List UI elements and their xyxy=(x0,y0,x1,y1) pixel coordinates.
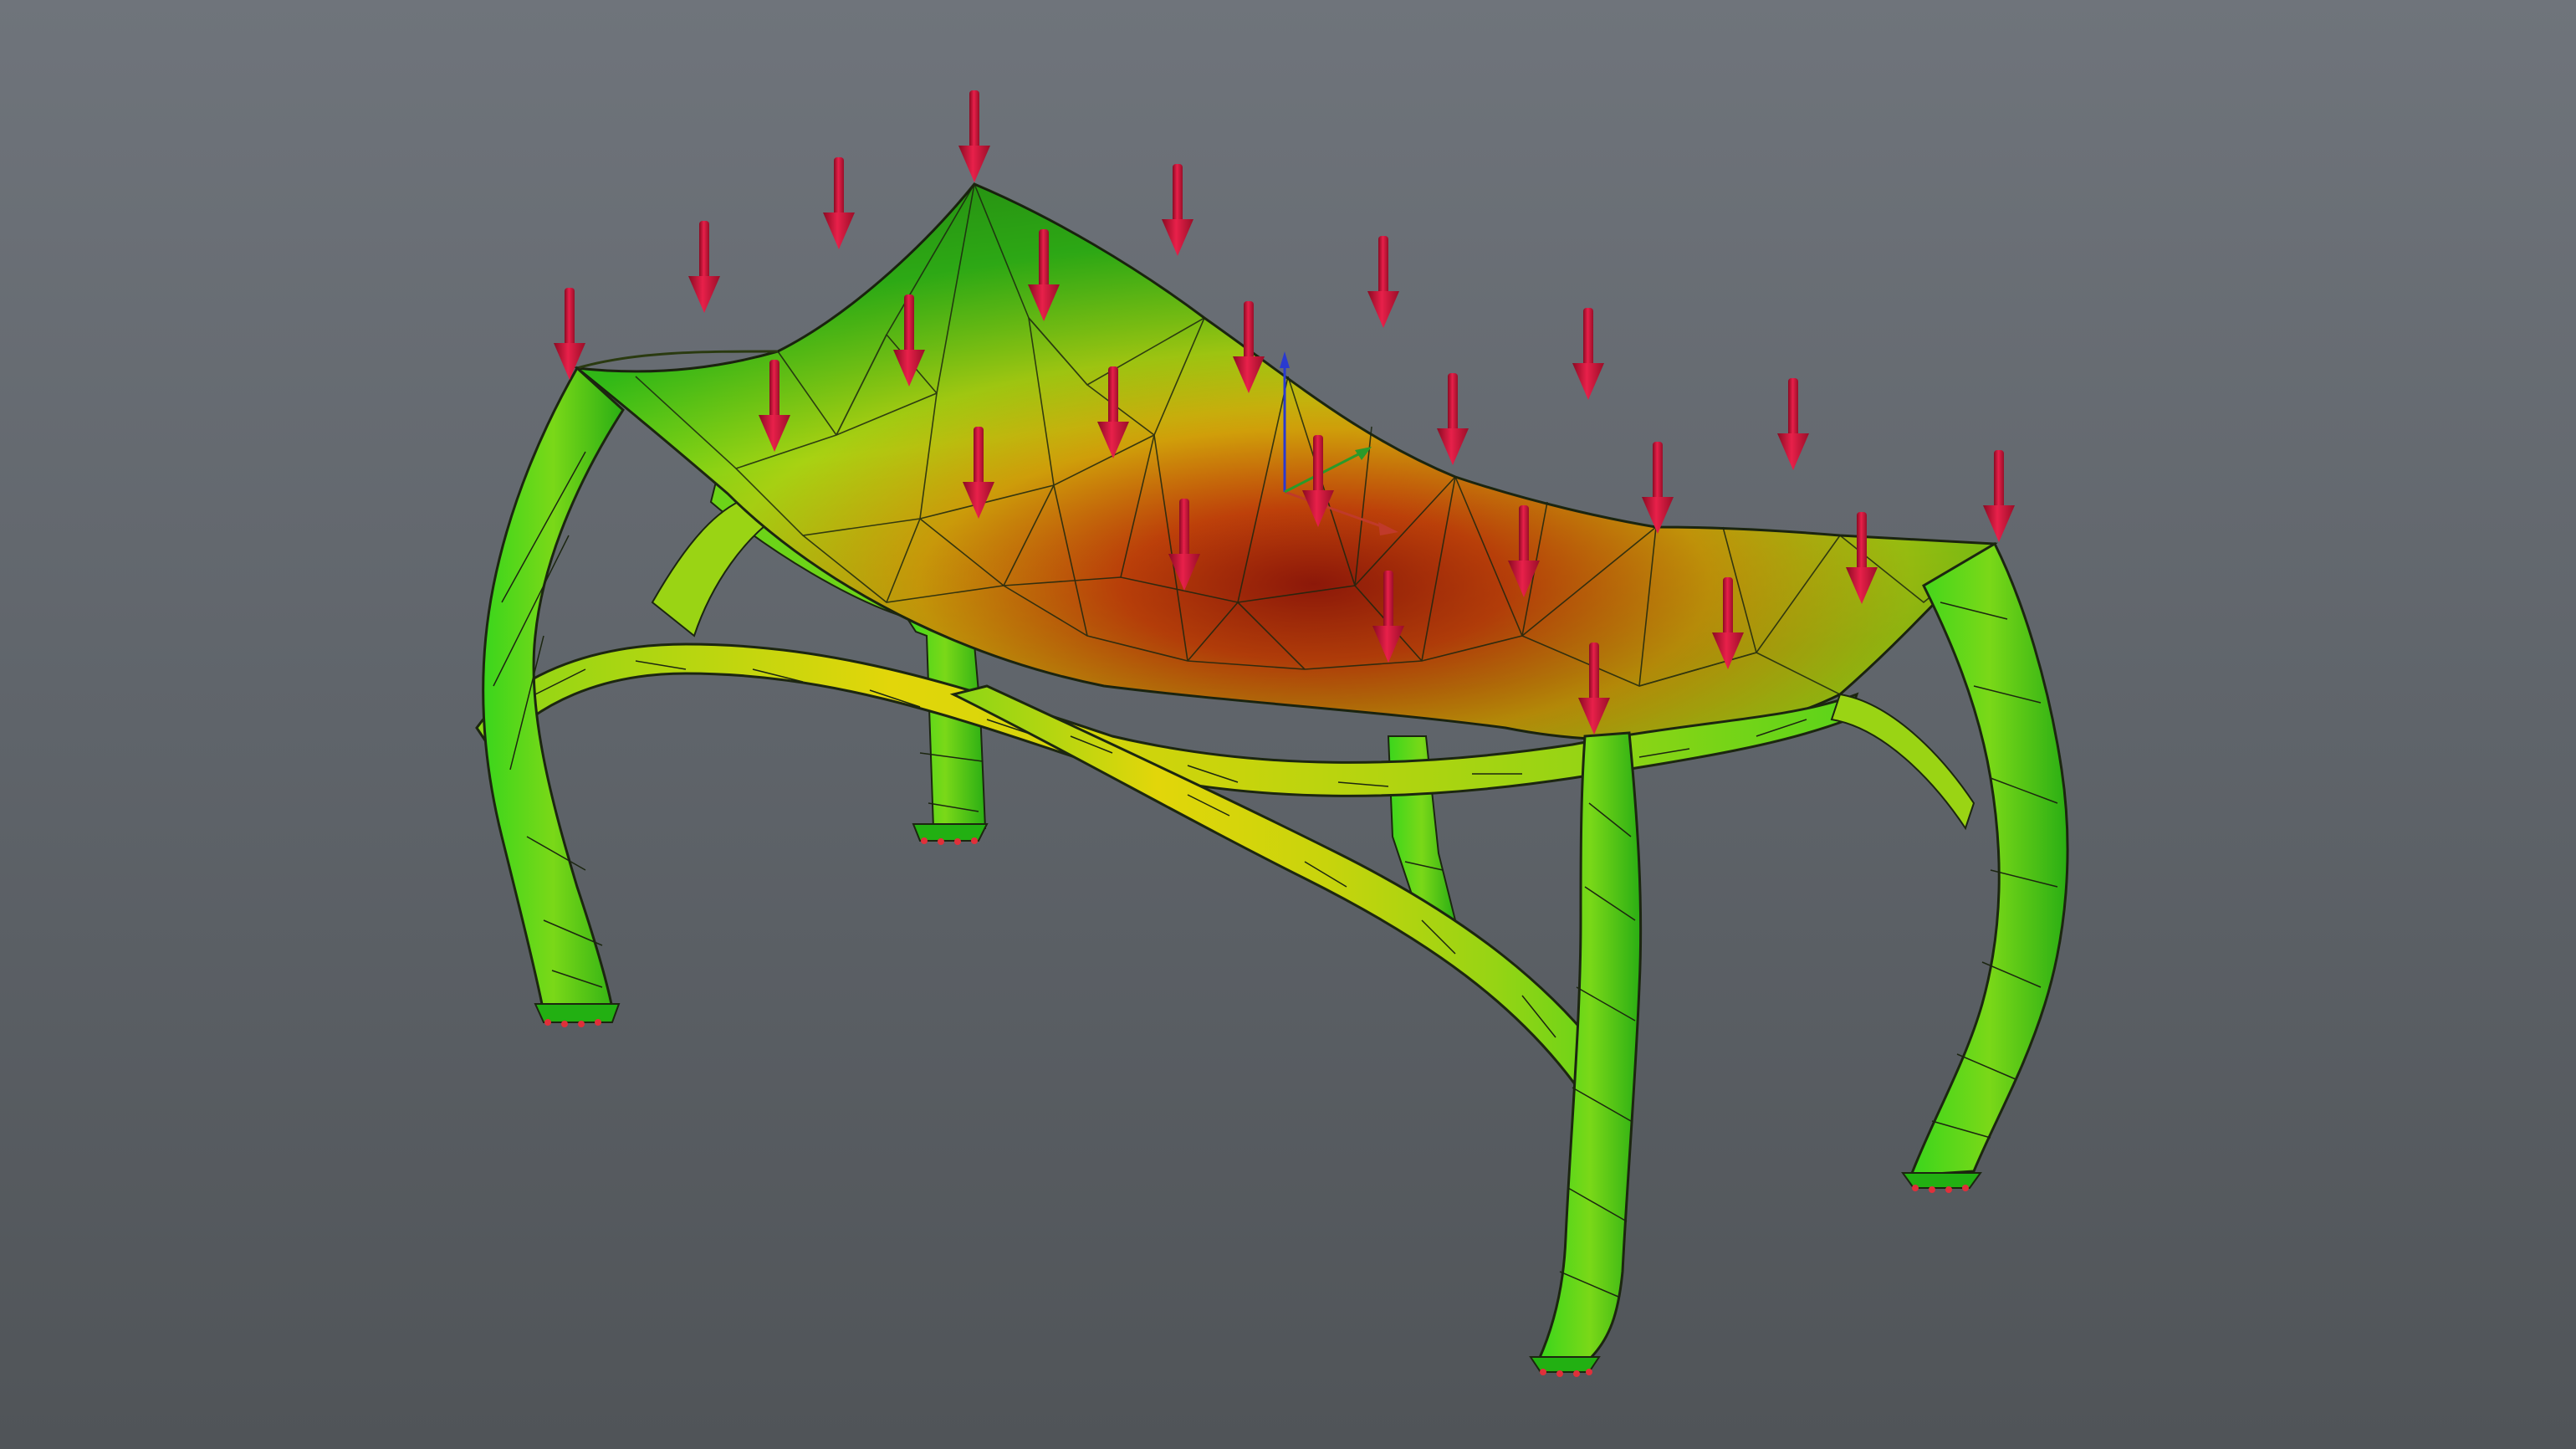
front-middle-leg xyxy=(1529,731,1643,1373)
fea-model-scene[interactable] xyxy=(0,0,2576,1449)
3d-viewport[interactable] xyxy=(0,0,2576,1449)
support-markers xyxy=(544,837,1969,1377)
